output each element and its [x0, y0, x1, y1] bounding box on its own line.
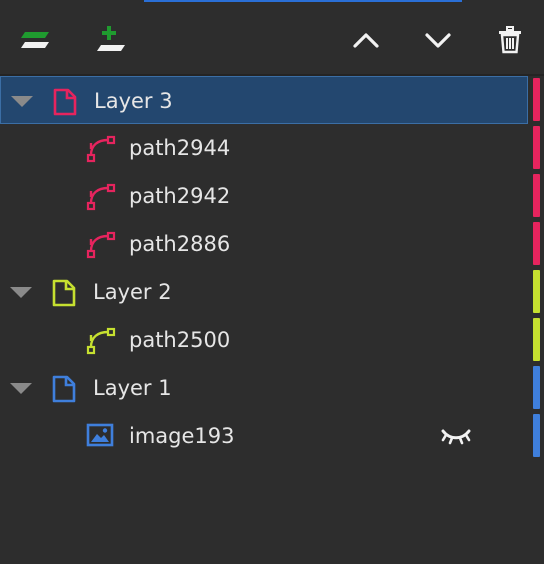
delete-button[interactable] — [492, 24, 528, 56]
layer-color-strip — [533, 222, 540, 265]
add-layer-icon — [19, 29, 51, 51]
object-row[interactable]: path2886 — [0, 220, 528, 268]
layer-icon — [51, 279, 77, 307]
objects-toolbar — [0, 0, 544, 76]
object-row[interactable]: image193 — [0, 412, 528, 460]
layer-icon — [51, 375, 77, 403]
path-icon — [86, 327, 116, 355]
layer-label: Layer 1 — [93, 376, 172, 400]
object-label: image193 — [129, 424, 235, 448]
move-up-button[interactable] — [348, 24, 384, 56]
add-sublayer-button[interactable] — [91, 24, 127, 56]
path-icon — [86, 231, 116, 259]
layer-color-strip — [533, 78, 540, 121]
move-up-icon — [352, 31, 380, 49]
layer-color-strip — [533, 270, 540, 313]
layer-label: Layer 2 — [93, 280, 172, 304]
object-label: path2500 — [129, 328, 231, 352]
move-down-button[interactable] — [420, 24, 456, 56]
expand-arrow-icon[interactable] — [10, 287, 32, 298]
layer-color-strip — [533, 174, 540, 217]
layer-label: Layer 3 — [94, 89, 173, 113]
layer-color-strip — [533, 414, 540, 457]
add-sublayer-icon — [93, 25, 125, 55]
object-row[interactable]: path2944 — [0, 124, 528, 172]
object-row[interactable]: path2500 — [0, 316, 528, 364]
trash-icon — [498, 26, 522, 54]
expand-arrow-icon[interactable] — [10, 383, 32, 394]
layer-row[interactable]: Layer 3 — [0, 76, 528, 124]
object-label: path2886 — [129, 232, 231, 256]
add-layer-button[interactable] — [17, 24, 53, 56]
layer-row[interactable]: Layer 2 — [0, 268, 528, 316]
layer-row[interactable]: Layer 1 — [0, 364, 528, 412]
object-label: path2942 — [129, 184, 231, 208]
object-row[interactable]: path2942 — [0, 172, 528, 220]
image-icon — [86, 423, 114, 449]
layer-color-strip — [533, 366, 540, 409]
layer-color-strip — [533, 318, 540, 361]
move-down-icon — [424, 31, 452, 49]
path-icon — [86, 135, 116, 163]
objects-tree: Layer 3 path2944 path2942 path2886 Layer 2 pa… — [0, 76, 544, 564]
expand-arrow-icon[interactable] — [11, 96, 33, 107]
layer-color-strip — [533, 126, 540, 169]
object-label: path2944 — [129, 136, 231, 160]
path-icon — [86, 183, 116, 211]
layer-icon — [52, 88, 78, 116]
hidden-eye-icon[interactable] — [440, 425, 472, 449]
